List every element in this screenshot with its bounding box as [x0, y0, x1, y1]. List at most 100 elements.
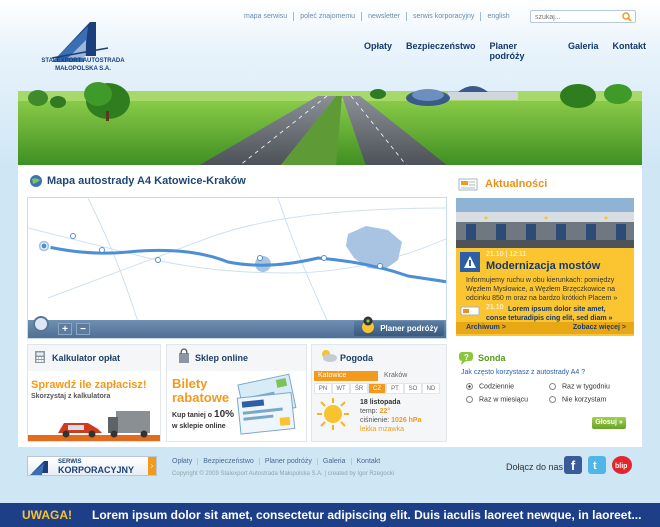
highway-map[interactable]: + − Planer podróży [27, 197, 447, 339]
weather-pressure-label: ciśnienie: [360, 417, 390, 424]
poll-option-3-label: Raz w miesiącu [479, 396, 529, 404]
shop-percent: 10% [214, 409, 235, 420]
toplink-sitemap[interactable]: mapa serwisu [238, 12, 293, 21]
shop-promo-line1: Bilety [172, 376, 208, 391]
shop-sub1: Kup taniej o [172, 412, 213, 419]
shop-banner: Bilety rabatowe Kup taniej o 10% w sklep… [167, 371, 306, 441]
poll-question: Jak często korzystasz z autostrady A4 ? [461, 369, 586, 376]
nav-kontakt[interactable]: Kontakt [613, 41, 647, 61]
planer-button[interactable]: Planer podróży [354, 316, 444, 336]
weather-desc: lekka mżawka [360, 426, 404, 433]
poll-option-4-label: Nie korzystam [562, 396, 607, 404]
poll-radio-4[interactable] [549, 396, 556, 403]
calculator-title: Kalkulator opłat [52, 353, 121, 363]
search-box [530, 10, 636, 23]
nav-galeria[interactable]: Galeria [568, 41, 599, 61]
calculator-box[interactable]: Kalkulator opłat Sprawdź ile zapłacisz! … [27, 344, 161, 442]
footer-link-oplaty[interactable]: Opłaty [172, 458, 197, 465]
company-name-line1: STALEXPORT AUTOSTRADA [41, 58, 125, 64]
footer-link-planer[interactable]: Planer podróży [258, 458, 317, 465]
footer-link-kontakt[interactable]: Kontakt [350, 458, 386, 465]
nav-bezpieczenstwo[interactable]: Bezpieczeństwo [406, 41, 476, 61]
corporate-service-button[interactable]: SERWIS KORPORACYJNY › [27, 456, 157, 476]
poll-vote-button[interactable]: Głosuj » [592, 417, 626, 429]
poll-option-1-label: Codziennie [479, 383, 515, 391]
search-icon[interactable] [622, 12, 632, 22]
weather-day-nd[interactable]: ND [422, 383, 440, 394]
weather-day-sr[interactable]: ŚR [350, 383, 368, 394]
weather-days: PN WT ŚR CZ PT SO ND [314, 383, 440, 394]
nav-oplaty[interactable]: Opłaty [364, 41, 392, 61]
twitter-icon[interactable]: t [588, 456, 606, 474]
toplink-recommend[interactable]: poleć znajomemu [293, 12, 361, 21]
ticker-message[interactable]: Lorem ipsum dolor sit amet, consectetur … [92, 508, 641, 522]
weather-day-wt[interactable]: WT [332, 383, 350, 394]
news-archive-link[interactable]: Archiwum > [466, 324, 506, 331]
poll-option-4[interactable]: Nie korzystam [549, 396, 606, 403]
svg-text:blip: blip [615, 463, 627, 470]
poll-title: Sonda [478, 353, 506, 363]
main-navigation: Opłaty Bezpieczeństwo Planer podróży Gal… [364, 41, 660, 61]
weather-day-pt[interactable]: PT [386, 383, 404, 394]
poll-radio-3[interactable] [466, 396, 473, 403]
nav-planer[interactable]: Planer podróży [490, 41, 554, 61]
poll-option-2[interactable]: Raz w tygodniu [549, 383, 610, 390]
weather-tab-katowice[interactable]: Katowice [314, 371, 378, 381]
copyright-text: Copyright © 2009 Stalexport Autostrada M… [172, 471, 395, 477]
globe-icon [30, 175, 42, 187]
calculator-banner: Sprawdź ile zapłacisz! Skorzystaj z kalk… [28, 371, 160, 441]
shop-promo-line2: rabatowe [172, 390, 230, 405]
news-more-link[interactable]: Zobacz więcej > [573, 324, 626, 331]
planer-button-label: Planer podróży [380, 324, 438, 333]
poll-radio-1[interactable] [466, 383, 473, 390]
weather-tab-krakow[interactable]: Kraków [380, 371, 444, 381]
weather-date: 18 listopada [360, 399, 401, 406]
search-input[interactable] [531, 12, 619, 23]
weather-title: Pogoda [340, 353, 373, 363]
poll-radio-2[interactable] [549, 383, 556, 390]
weather-pressure-value: 1026 hPa [391, 417, 422, 424]
weather-day-so[interactable]: SO [404, 383, 422, 394]
weather-box[interactable]: Pogoda Katowice Kraków PN WT ŚR CZ PT SO… [311, 344, 447, 442]
shop-promo: Bilety rabatowe [172, 377, 229, 405]
map-toolbar: + − Planer podróży [28, 316, 446, 338]
calculator-promo: Sprawdź ile zapłacisz! [31, 379, 147, 391]
footer-links: Opłaty Bezpieczeństwo Planer podróży Gal… [172, 458, 385, 465]
footer-link-galeria[interactable]: Galeria [316, 458, 351, 465]
calculator-icon [35, 351, 45, 363]
road-sign-icon [460, 252, 480, 272]
news-item2-text: Lorem ipsum dolor site amet, conse tetur… [486, 306, 613, 322]
news-item1-date: 21.10 | 12:11 [486, 251, 527, 258]
facebook-icon[interactable]: f [564, 456, 582, 474]
svg-text:?: ? [464, 353, 469, 362]
blip-icon[interactable]: blip [612, 456, 632, 474]
weather-pressure: ciśnienie: 1026 hPa [360, 417, 422, 424]
corporate-logo-icon [30, 461, 48, 475]
news-image-toll-gates[interactable] [456, 198, 634, 248]
shop-sub2: w sklepie online [172, 423, 226, 430]
poll-speech-icon: ? [459, 352, 473, 365]
footer-link-bezpieczenstwo[interactable]: Bezpieczeństwo [197, 458, 259, 465]
toplink-corporate[interactable]: serwis korporacyjny [405, 12, 480, 21]
newspaper-icon [458, 178, 478, 191]
shop-title: Sklep online [195, 353, 249, 363]
social-label: Dołącz do nas [506, 462, 564, 472]
alert-ticker: UWAGA! Lorem ipsum dolor sit amet, conse… [0, 503, 660, 527]
weather-day-pn[interactable]: PN [314, 383, 332, 394]
weather-day-cz[interactable]: CZ [368, 383, 386, 394]
sun-icon [317, 398, 349, 430]
poll-option-1[interactable]: Codziennie [466, 383, 514, 390]
toplink-newsletter[interactable]: newsletter [361, 12, 406, 21]
poll-option-3[interactable]: Raz w miesiącu [466, 396, 528, 403]
map-drawing [28, 198, 446, 322]
top-links: mapa serwisu poleć znajomemu newsletter … [238, 12, 516, 21]
weather-temp-label: temp: [360, 408, 378, 415]
toplink-english[interactable]: english [480, 12, 515, 21]
shop-box[interactable]: Sklep online Bilety rabatowe Kup taniej … [166, 344, 307, 442]
zoom-in-button[interactable]: + [58, 323, 72, 335]
zoom-magnifier-icon[interactable] [32, 314, 52, 336]
weather-temp-value: 22° [379, 408, 391, 415]
calculator-sub: Skorzystaj z kalkulatora [31, 393, 111, 400]
zoom-out-button[interactable]: − [76, 323, 90, 335]
hero-highway-image [18, 82, 642, 166]
